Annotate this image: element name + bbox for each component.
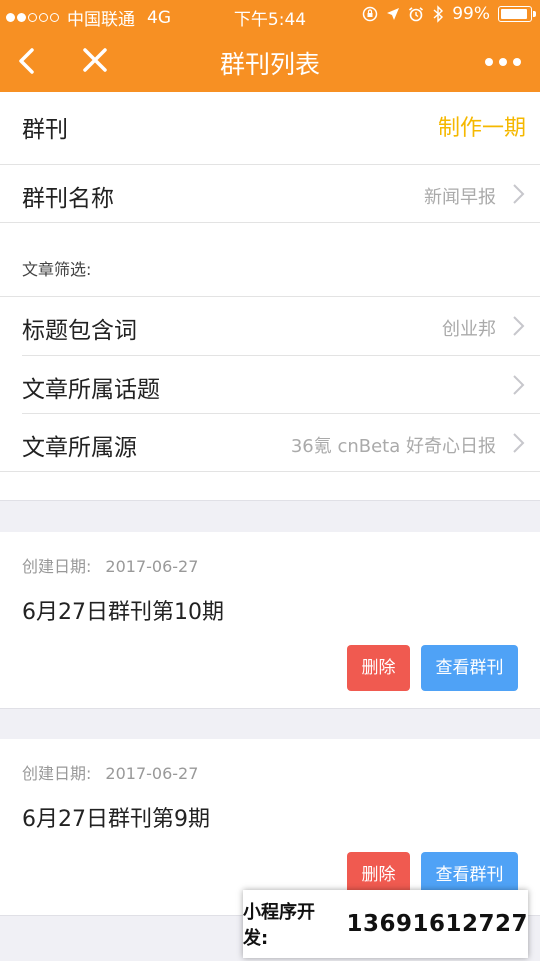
delete-button[interactable]: 删除: [347, 645, 410, 691]
row-label: 群刊名称: [22, 186, 114, 212]
row-article-source[interactable]: 文章所属源 36氪 cnBeta 好奇心日报: [0, 414, 540, 471]
row-value: 新闻早报: [424, 187, 496, 208]
chevron-right-icon: [513, 316, 525, 336]
date-label: 创建日期:: [22, 557, 92, 576]
alarm-icon: [409, 7, 424, 22]
row-group-name[interactable]: 群刊名称 新闻早报: [0, 165, 540, 222]
row-label: 文章所属话题: [22, 377, 160, 403]
page-title: 群刊列表: [219, 50, 320, 79]
orientation-lock-icon: [362, 6, 378, 22]
header-row: 群刊 制作一期: [0, 92, 540, 164]
row-value: 36氪 cnBeta 好奇心日报: [290, 436, 496, 457]
chevron-right-icon: [513, 184, 525, 204]
view-issue-button[interactable]: 查看群刊: [421, 645, 518, 691]
battery-icon: [498, 6, 536, 22]
chevron-right-icon: [513, 375, 525, 395]
issue-title: 6月27日群刊第9期: [22, 807, 210, 832]
issue-date: 创建日期: 2017-06-27: [22, 760, 198, 784]
section-separator: [0, 500, 540, 533]
promo-phone: 13691612727: [346, 911, 528, 937]
filter-heading-row: 文章筛选:: [0, 223, 540, 296]
settings-panel: 群刊 制作一期 群刊名称 新闻早报 文章筛选: 标题包含词 创业邦 文章所属话题…: [0, 92, 540, 500]
row-article-topic[interactable]: 文章所属话题: [0, 356, 540, 413]
battery-percent: 99%: [452, 4, 490, 24]
issue-card: 创建日期: 2017-06-27 6月27日群刊第9期 删除 查看群刊: [0, 739, 540, 915]
filter-heading: 文章筛选:: [22, 260, 92, 279]
row-value: 创业邦: [442, 319, 496, 340]
date-value: 2017-06-27: [105, 764, 199, 783]
more-button[interactable]: [478, 42, 528, 82]
location-arrow-icon: [387, 8, 400, 20]
promo-label: 小程序开发:: [243, 902, 315, 949]
section-separator: [0, 708, 540, 740]
date-value: 2017-06-27: [105, 557, 199, 576]
row-label: 标题包含词: [22, 318, 137, 344]
issue-date: 创建日期: 2017-06-27: [22, 553, 198, 577]
row-title-keyword[interactable]: 标题包含词 创业邦: [0, 297, 540, 355]
more-dots-icon: [513, 58, 521, 66]
bluetooth-icon: [433, 5, 444, 23]
issue-card: 创建日期: 2017-06-27 6月27日群刊第10期 删除 查看群刊: [0, 532, 540, 708]
status-bar: 中国联通 4G 下午5:44 99%: [0, 0, 540, 30]
section-title: 群刊: [22, 117, 68, 143]
make-issue-link[interactable]: 制作一期: [438, 110, 526, 142]
more-dots-icon: [485, 58, 493, 66]
navigation-bar: 群刊列表: [0, 30, 540, 92]
developer-contact-banner: 小程序开发: 13691612727: [243, 890, 528, 958]
row-label: 文章所属源: [22, 435, 137, 461]
chevron-right-icon: [513, 433, 525, 453]
more-dots-icon: [499, 58, 507, 66]
issue-title: 6月27日群刊第10期: [22, 600, 224, 625]
date-label: 创建日期:: [22, 764, 92, 783]
divider: [0, 471, 540, 472]
